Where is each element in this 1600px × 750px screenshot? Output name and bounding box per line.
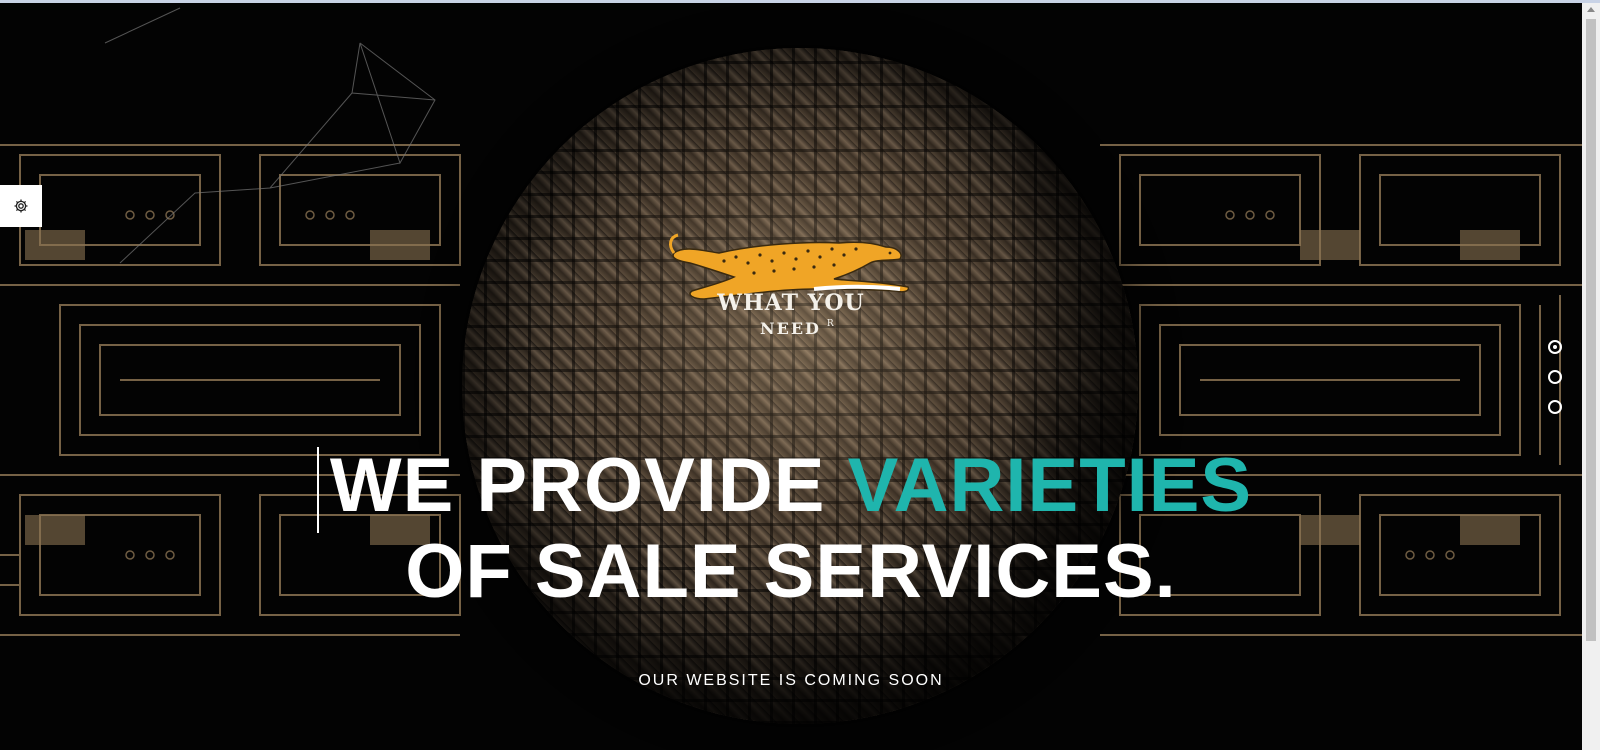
- hero-headline: WE PROVIDE VARIETIES OF SALE SERVICES.: [0, 443, 1582, 615]
- gear-icon: [14, 199, 28, 213]
- settings-toggle-button[interactable]: [0, 185, 42, 227]
- coming-soon-subtitle: OUR WEBSITE IS COMING SOON: [638, 672, 944, 689]
- brand-name-line1: WHAT YOU: [717, 290, 865, 316]
- slider-dot-1[interactable]: [1548, 340, 1562, 354]
- slider-dot-3[interactable]: [1548, 400, 1562, 414]
- typing-cursor: [317, 447, 319, 533]
- slider-dot-2[interactable]: [1548, 370, 1562, 384]
- registered-mark: R: [826, 319, 836, 329]
- headline-part-1: WE PROVIDE: [329, 443, 848, 528]
- scroll-up-arrow-icon[interactable]: [1587, 7, 1595, 12]
- headline-accent: VARIETIES: [847, 443, 1253, 528]
- brand-name-line2: NEED R: [760, 319, 836, 338]
- vertical-scrollbar[interactable]: [1582, 3, 1600, 750]
- headline-part-2: OF SALE SERVICES.: [405, 529, 1177, 614]
- scrollbar-thumb[interactable]: [1586, 19, 1596, 641]
- globe-shading: [462, 48, 1138, 724]
- slider-navigation: [1548, 340, 1568, 430]
- hero-section: WHAT YOU NEED R WE PROVIDE VARIETIES OF S…: [0, 3, 1582, 750]
